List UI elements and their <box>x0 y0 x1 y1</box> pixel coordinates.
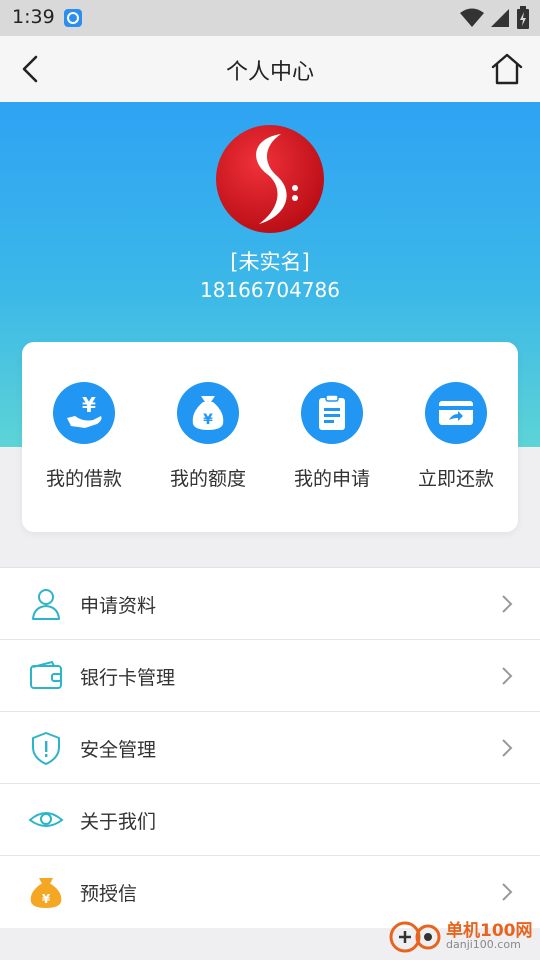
quick-action-my-limit[interactable]: ¥ 我的额度 <box>146 382 270 491</box>
menu-item-label: 申请资料 <box>80 595 157 617</box>
app-notification-icon <box>64 9 82 27</box>
navigation-bar: 个人中心 <box>0 36 540 102</box>
money-bag-icon: ¥ <box>30 878 62 908</box>
quick-action-label: 我的借款 <box>45 468 122 490</box>
quick-action-repay-now[interactable]: 立即还款 <box>394 382 518 491</box>
home-icon[interactable] <box>488 50 526 88</box>
menu-item-label: 安全管理 <box>80 739 157 761</box>
quick-action-my-loans[interactable]: ¥ 我的借款 <box>22 382 146 491</box>
quick-action-label: 我的申请 <box>293 468 370 490</box>
watermark-logo-icon <box>389 921 441 953</box>
quick-action-label: 我的额度 <box>169 468 246 490</box>
menu-item-label: 银行卡管理 <box>80 667 176 689</box>
signal-icon <box>491 9 509 27</box>
chevron-right-icon <box>502 595 513 613</box>
chevron-right-icon <box>502 883 513 901</box>
menu-item-about-us[interactable]: 关于我们 <box>0 784 540 856</box>
battery-icon <box>517 6 529 29</box>
shield-icon <box>32 732 60 765</box>
clipboard-icon <box>301 382 363 444</box>
menu-item-bank-cards[interactable]: 银行卡管理 <box>0 640 540 712</box>
quick-action-label: 立即还款 <box>417 468 494 490</box>
avatar[interactable] <box>215 124 325 234</box>
svg-text:¥: ¥ <box>42 892 51 906</box>
menu-item-application-info[interactable]: 申请资料 <box>0 568 540 640</box>
menu-item-label: 关于我们 <box>80 811 157 833</box>
user-icon <box>32 589 60 620</box>
money-bag-icon: ¥ <box>177 382 239 444</box>
svg-text:¥: ¥ <box>203 412 213 428</box>
status-time: 1:39 <box>12 6 55 28</box>
watermark-domain: danji100.com <box>446 938 521 951</box>
svg-text:¥: ¥ <box>82 393 96 417</box>
quick-actions-card: ¥ 我的借款 ¥ 我的额度 我的申请 立即还款 <box>22 342 518 532</box>
page-title: 个人中心 <box>225 60 314 85</box>
eye-icon <box>28 812 64 827</box>
hand-yen-icon: ¥ <box>53 382 115 444</box>
user-phone: 18166704786 <box>200 278 340 302</box>
status-bar: 1:39 <box>0 0 540 36</box>
wallet-icon <box>30 660 62 689</box>
user-name: [未实名] <box>230 250 310 274</box>
watermark: 单机100网 danji100.com <box>388 916 538 956</box>
wifi-icon <box>460 8 484 27</box>
quick-action-my-applications[interactable]: 我的申请 <box>270 382 394 491</box>
settings-menu: 申请资料 银行卡管理 安全管理 关于我们 ¥ 预授信 <box>0 567 540 928</box>
status-indicators <box>460 6 530 30</box>
menu-item-label: 预授信 <box>80 883 138 905</box>
chevron-right-icon <box>502 739 513 757</box>
menu-item-security[interactable]: 安全管理 <box>0 712 540 784</box>
card-repay-icon <box>425 382 487 444</box>
chevron-right-icon <box>502 667 513 685</box>
